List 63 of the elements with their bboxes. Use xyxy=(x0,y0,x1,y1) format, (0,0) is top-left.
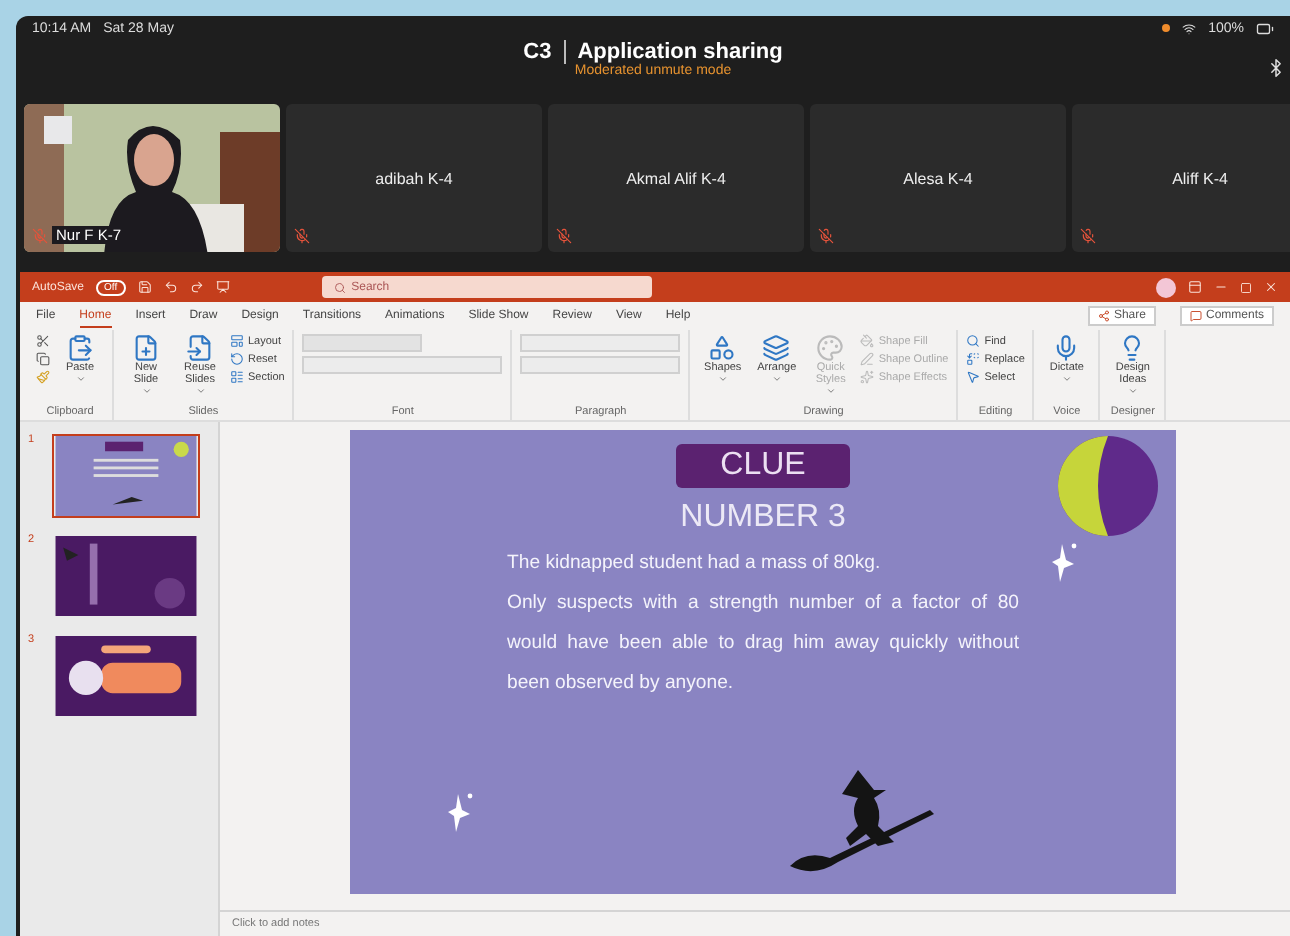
participant-name: Aliff K-4 xyxy=(1172,169,1228,187)
bluetooth-icon xyxy=(1266,58,1286,78)
wifi-icon xyxy=(1182,21,1197,35)
participant-tile[interactable]: adibah K-4 xyxy=(286,104,542,252)
font-name-field[interactable] xyxy=(302,334,423,352)
ribbon-display-icon xyxy=(1188,280,1202,294)
participant-name: Alesa K-4 xyxy=(903,169,973,187)
caret-icon xyxy=(195,386,205,397)
sparkle-icon xyxy=(1050,540,1078,584)
slide-reuse-icon xyxy=(186,334,214,362)
paint-bucket-icon xyxy=(860,334,875,348)
maximize-icon xyxy=(1240,281,1252,293)
minimize-icon xyxy=(1214,280,1228,294)
layout-icon xyxy=(230,334,244,348)
save-icon xyxy=(137,280,152,294)
scissors-icon xyxy=(36,334,50,348)
pointer-icon xyxy=(966,370,981,384)
layers-icon xyxy=(762,334,791,362)
presentation-icon xyxy=(215,280,230,294)
caret-icon xyxy=(717,374,728,385)
participant-name: Akmal Alif K-4 xyxy=(626,169,726,187)
reset-icon xyxy=(230,352,244,366)
comment-icon xyxy=(1189,310,1202,322)
user-avatar[interactable] xyxy=(1156,277,1176,297)
slide-heading: NUMBER 3 xyxy=(680,500,846,536)
battery-icon xyxy=(1256,19,1274,37)
copy-icon xyxy=(36,352,50,366)
search-icon xyxy=(966,334,981,348)
shapes-icon xyxy=(708,334,737,362)
redo-icon xyxy=(189,280,204,294)
paste-icon xyxy=(66,334,94,362)
paintbrush-icon xyxy=(36,370,50,384)
channel-name: C3 xyxy=(523,40,552,64)
caret-icon xyxy=(771,374,782,385)
participant-tile[interactable]: Akmal Alif K-4 xyxy=(548,104,804,252)
caret-icon xyxy=(1061,374,1072,385)
share-icon xyxy=(1097,310,1110,322)
sparkle-icon xyxy=(446,790,474,834)
caret-icon xyxy=(75,374,85,385)
caret-icon xyxy=(141,386,151,397)
section-icon xyxy=(230,370,244,384)
participant-tile[interactable]: Alesa K-4 xyxy=(810,104,1066,252)
slide-badge: CLUE xyxy=(676,444,850,488)
search-icon xyxy=(333,281,346,293)
undo-icon xyxy=(163,280,178,294)
caret-icon xyxy=(1127,386,1138,397)
palette-icon xyxy=(816,334,845,362)
pen-icon xyxy=(860,352,875,366)
meeting-title: Application sharing xyxy=(577,40,783,64)
sparkles-icon xyxy=(860,370,875,384)
slide-thumbnail[interactable] xyxy=(52,534,200,618)
slide-paragraph: Only suspects with a strength number of a factor of 80 would have been able to drag him away quickly without been observed by anyone. xyxy=(507,590,1019,698)
participant-name: adibah K-4 xyxy=(375,169,453,187)
moon-icon xyxy=(1056,434,1160,538)
dot-icon xyxy=(1162,24,1171,32)
slide-icon xyxy=(132,334,160,362)
slide-text: The kidnapped student had a mass of 80kg. xyxy=(507,550,883,578)
participant-tile[interactable]: Aliff K-4 xyxy=(1072,104,1290,252)
close-icon xyxy=(1264,280,1278,294)
microphone-icon xyxy=(1052,334,1081,362)
slide-thumbnail[interactable] xyxy=(52,434,200,518)
caret-icon xyxy=(825,386,836,397)
slide-thumbnail[interactable] xyxy=(52,634,200,718)
